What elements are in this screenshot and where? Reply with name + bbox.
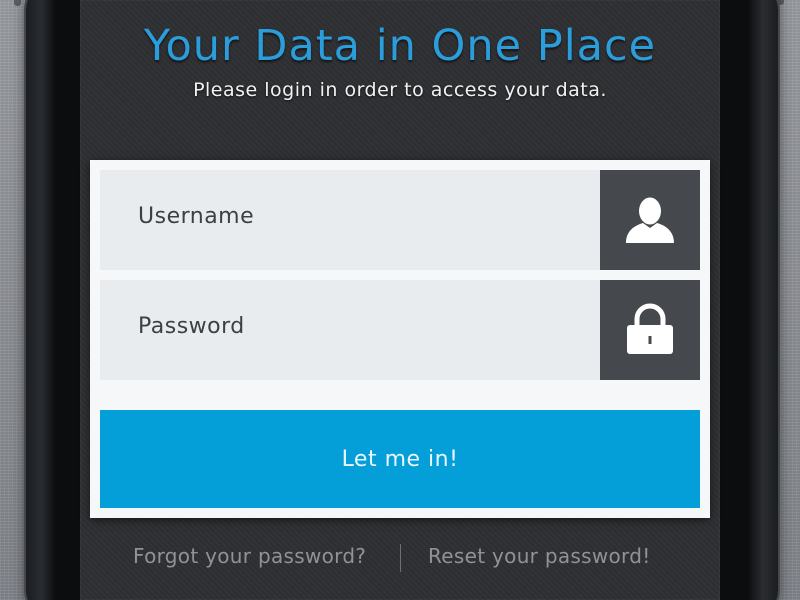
password-placeholder: Password — [138, 314, 245, 339]
login-form: Username Password Let me in! — [90, 160, 710, 518]
password-field[interactable]: Password — [100, 280, 700, 380]
lock-icon-box — [600, 280, 700, 380]
username-field[interactable]: Username — [100, 170, 700, 270]
username-placeholder: Username — [138, 204, 255, 229]
forgot-password-link[interactable]: Forgot your password? — [133, 544, 366, 568]
lock-icon — [627, 303, 673, 354]
device-side-button — [14, 0, 21, 6]
page-subtitle: Please login in order to access your dat… — [193, 79, 607, 101]
page-title: Your Data in One Place — [143, 21, 657, 71]
login-button[interactable]: Let me in! — [100, 410, 700, 508]
link-divider — [400, 544, 401, 572]
user-icon-box — [600, 170, 700, 270]
reset-password-link[interactable]: Reset your password! — [428, 544, 651, 568]
user-icon — [626, 197, 674, 243]
account-links: Forgot your password? Reset your passwor… — [0, 540, 800, 576]
